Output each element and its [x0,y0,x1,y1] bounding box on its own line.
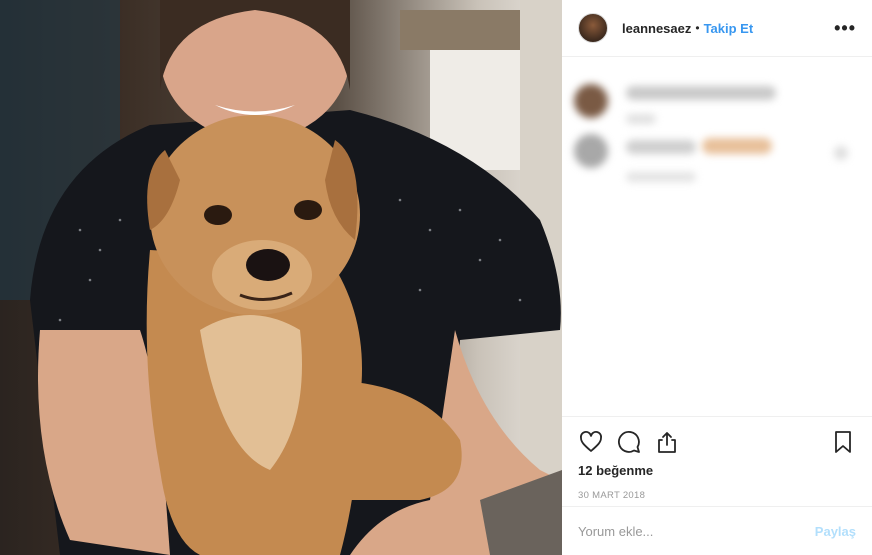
comment-icon[interactable] [616,429,642,455]
username-link[interactable]: leannesaez [622,21,691,36]
blurred-text [626,140,696,154]
comments-area-blurred [562,58,872,416]
blurred-avatar [574,84,608,118]
comment-input[interactable]: Yorum ekle... [578,524,653,539]
blurred-text [626,86,776,100]
follow-button[interactable]: Takip Et [704,21,754,36]
action-icons [578,417,856,467]
bookmark-icon[interactable] [830,429,856,455]
heart-icon[interactable] [578,429,604,455]
likes-count[interactable]: 12 beğenme [578,463,856,478]
blurred-text [702,138,772,154]
more-options-icon[interactable]: ••• [834,18,856,39]
photo-illustration [0,0,562,555]
post-header: leannesaez • Takip Et ••• [562,0,872,57]
post-actions: 12 beğenme 30 MART 2018 [562,416,872,501]
add-comment-bar: Yorum ekle... Paylaş [562,506,872,555]
blurred-text [626,114,656,124]
share-icon[interactable] [654,429,680,455]
blurred-text [626,172,696,182]
avatar[interactable] [578,13,608,43]
separator-dot: • [695,21,700,35]
post-side-panel: leannesaez • Takip Et ••• 12 beğenme 30 … [562,0,872,555]
blurred-avatar [574,134,608,168]
post-comment-button[interactable]: Paylaş [815,524,856,539]
post-date: 30 MART 2018 [578,490,646,501]
post-photo[interactable] [0,0,562,555]
blurred-like-icon [834,146,848,160]
